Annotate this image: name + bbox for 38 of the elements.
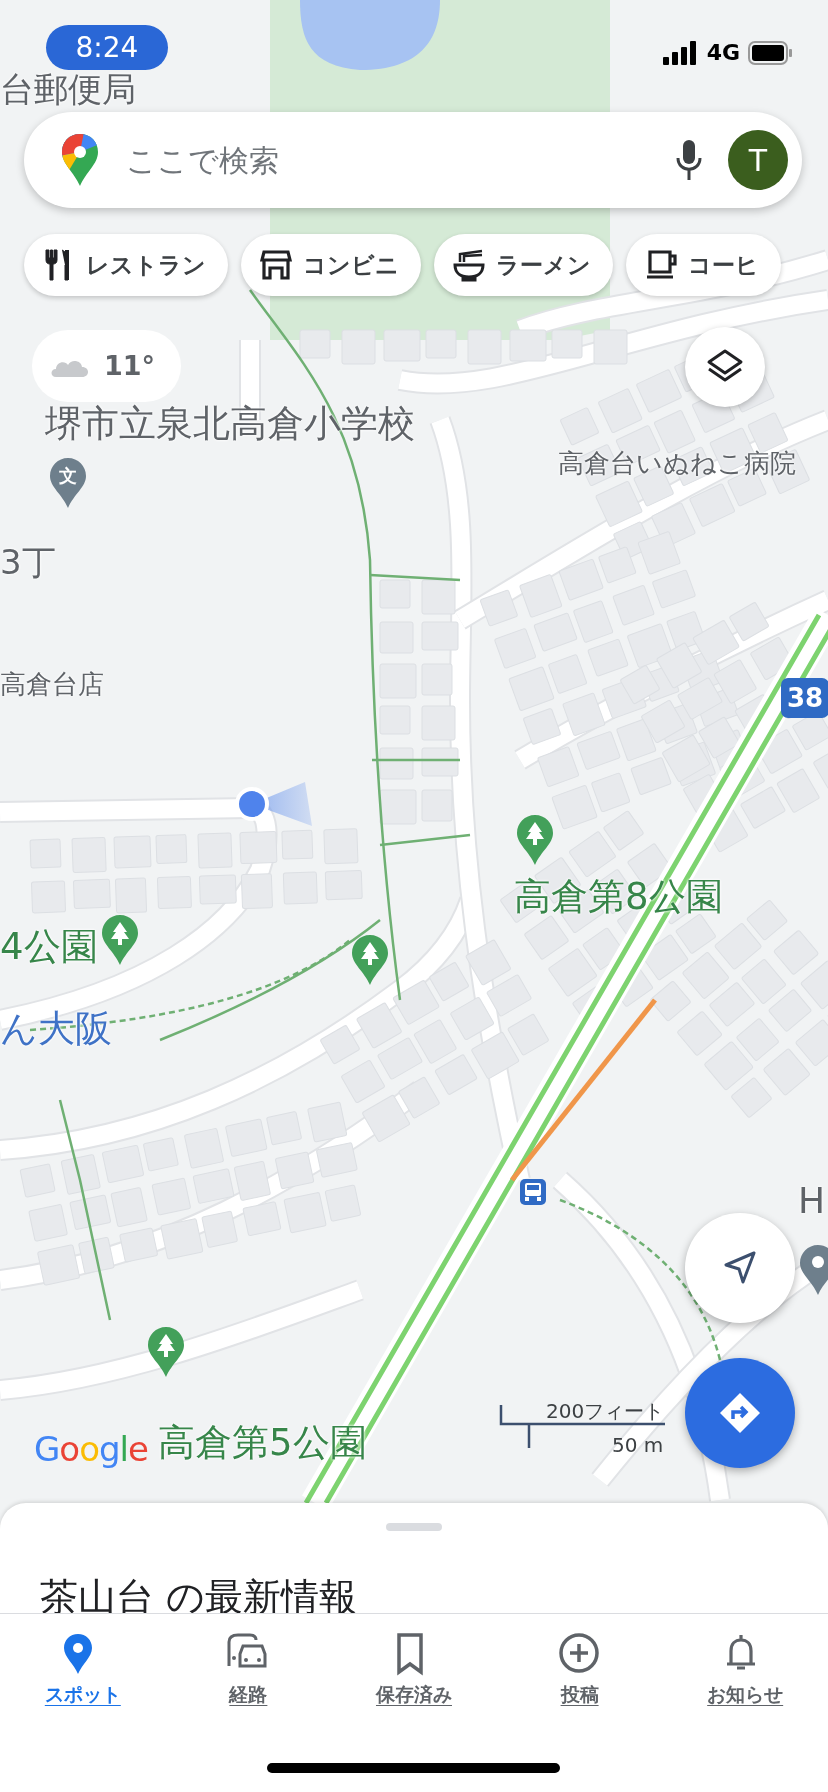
status-time: 8:24	[46, 25, 168, 70]
nav-tab[interactable]: 投稿	[496, 1614, 663, 1792]
category-chip[interactable]: レストラン	[24, 234, 228, 296]
signal-icon	[662, 40, 699, 65]
google-logo: Google	[34, 1428, 148, 1471]
battery-icon	[748, 40, 794, 65]
bus-stop-icon	[520, 1179, 546, 1205]
account-avatar[interactable]: T	[728, 130, 788, 190]
tree-pin-icon	[350, 933, 390, 987]
bowl-icon	[452, 248, 486, 282]
tree-pin-icon	[515, 813, 555, 867]
directions-icon	[718, 1391, 762, 1435]
microphone-icon[interactable]	[674, 138, 704, 182]
map-label: 高倉台店	[0, 670, 104, 700]
weather-chip[interactable]: 11°	[32, 330, 182, 402]
drag-handle[interactable]	[386, 1523, 442, 1531]
map-label: 3丁	[0, 543, 56, 583]
map-label: 4公園	[0, 926, 98, 969]
search-bar[interactable]: ここで検索 T	[24, 112, 802, 208]
nav-tab[interactable]: お知らせ	[662, 1614, 828, 1792]
map-label: 高倉台いぬねこ病院	[558, 449, 796, 479]
category-chip[interactable]: ラーメン	[434, 234, 613, 296]
school-pin-icon	[48, 456, 88, 510]
store-icon	[259, 248, 293, 282]
scale-label: 200フィート	[546, 1398, 665, 1425]
map-pin-icon	[798, 1243, 828, 1297]
route-shield: 38	[781, 678, 828, 718]
map-label: 台郵便局	[0, 70, 136, 110]
pin-glyph: 文	[58, 465, 78, 487]
plus-circle-icon	[557, 1632, 602, 1676]
category-chip[interactable]: コーヒ	[626, 234, 781, 296]
cup-icon	[644, 248, 678, 282]
tree-pin-icon	[100, 913, 140, 967]
category-chip[interactable]: コンビニ	[241, 234, 421, 296]
tree-pin-icon	[146, 1325, 186, 1379]
network-label: 4G	[706, 39, 740, 67]
scale-label: 50 m	[612, 1432, 664, 1459]
map-label: H	[798, 1180, 826, 1222]
